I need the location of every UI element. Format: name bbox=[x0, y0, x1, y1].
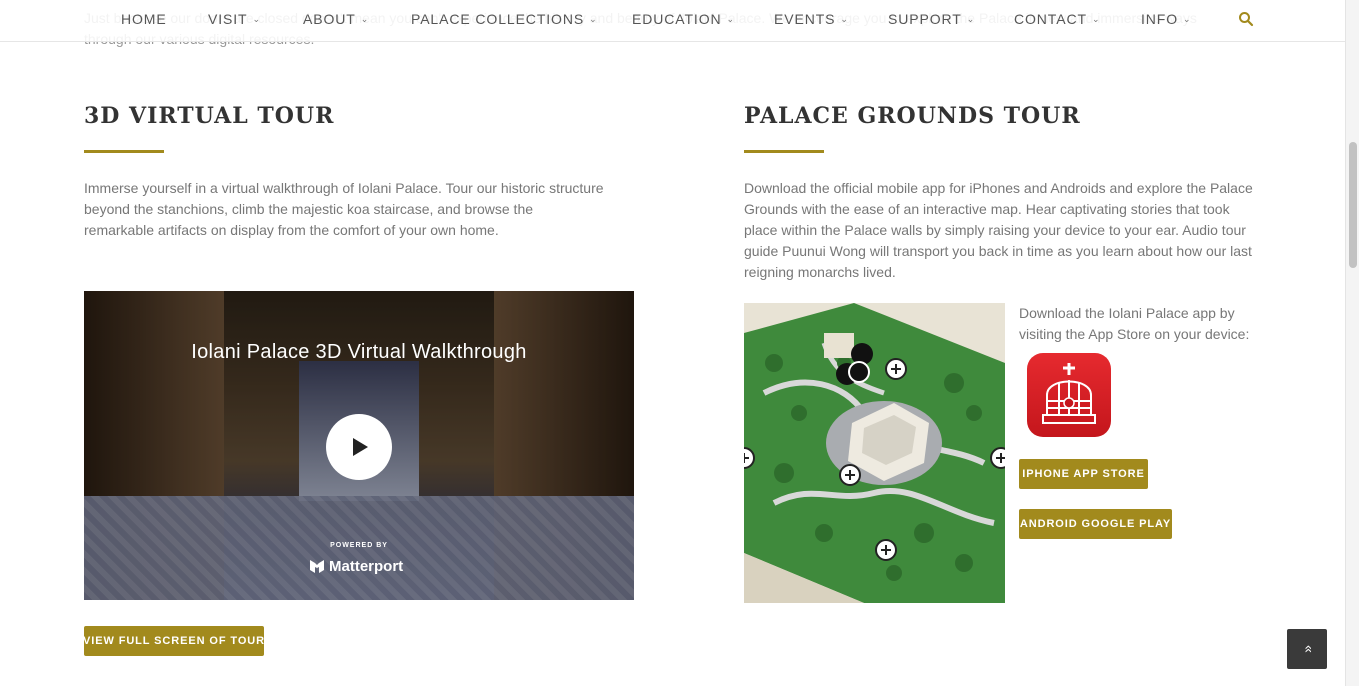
page-scrollbar[interactable] bbox=[1345, 0, 1359, 686]
nav-label: SUPPORT bbox=[888, 11, 962, 27]
map-add-marker[interactable] bbox=[875, 539, 897, 561]
back-to-top-button[interactable]: » bbox=[1287, 629, 1327, 669]
chevron-down-icon: ⌄ bbox=[252, 14, 261, 24]
nav-palace-collections[interactable]: PALACE COLLECTIONS ⌄ bbox=[411, 11, 598, 27]
chevron-down-icon: ⌄ bbox=[1183, 14, 1192, 24]
virtual-tour-video[interactable]: Iolani Palace 3D Virtual Walkthrough POW… bbox=[84, 291, 634, 600]
nav-label: INFO bbox=[1141, 11, 1179, 27]
play-icon bbox=[353, 438, 368, 456]
map-add-marker[interactable] bbox=[990, 447, 1005, 469]
nav-contact[interactable]: CONTACT ⌄ bbox=[1014, 11, 1100, 27]
nav-info[interactable]: INFO ⌄ bbox=[1141, 11, 1192, 27]
search-icon bbox=[1239, 12, 1254, 27]
matterport-logo: Matterport bbox=[309, 556, 403, 576]
scrollbar-thumb[interactable] bbox=[1349, 142, 1357, 268]
download-app-text: Download the Iolani Palace app by visiti… bbox=[1019, 305, 1250, 342]
nav-label: HOME bbox=[121, 11, 167, 27]
nav-visit[interactable]: VISIT ⌄ bbox=[208, 11, 261, 27]
map-add-marker[interactable] bbox=[839, 464, 861, 486]
grounds-tour-heading: PALACE GROUNDS TOUR bbox=[744, 103, 1081, 129]
nav-label: PALACE COLLECTIONS bbox=[411, 11, 585, 27]
chevron-down-icon: ⌄ bbox=[360, 14, 370, 24]
heading-divider bbox=[84, 150, 164, 153]
double-chevron-up-icon: » bbox=[1298, 645, 1315, 653]
iphone-app-store-button[interactable]: IPHONE APP STORE bbox=[1019, 459, 1148, 489]
search-button[interactable] bbox=[1238, 11, 1254, 27]
nav-label: EVENTS bbox=[774, 11, 836, 27]
matterport-icon bbox=[310, 560, 324, 573]
chevron-down-icon: ⌄ bbox=[1091, 14, 1101, 24]
nav-label: VISIT bbox=[208, 11, 248, 27]
virtual-tour-description: Immerse yourself in a virtual walkthroug… bbox=[84, 180, 604, 238]
android-google-play-button[interactable]: ANDROID GOOGLE PLAY bbox=[1019, 509, 1172, 539]
chevron-down-icon: ⌄ bbox=[840, 14, 849, 24]
nav-home[interactable]: HOME bbox=[121, 11, 167, 27]
video-title: Iolani Palace 3D Virtual Walkthrough bbox=[191, 341, 527, 363]
virtual-tour-heading: 3D VIRTUAL TOUR bbox=[84, 103, 335, 129]
matterport-brand: Matterport bbox=[329, 557, 404, 575]
nav-label: ABOUT bbox=[303, 11, 356, 27]
chevron-down-icon: ⌄ bbox=[726, 14, 735, 24]
main-navbar: HOME VISIT ⌄ ABOUT ⌄ PALACE COLLECTIONS ⌄ E… bbox=[0, 0, 1345, 42]
palace-grounds-map[interactable] bbox=[744, 303, 1005, 603]
nav-events[interactable]: EVENTS ⌄ bbox=[774, 11, 849, 27]
view-full-screen-button[interactable]: VIEW FULL SCREEN OF TOUR bbox=[83, 626, 264, 656]
chevron-down-icon: ⌄ bbox=[966, 14, 976, 24]
map-add-marker[interactable] bbox=[885, 358, 907, 380]
nav-support[interactable]: SUPPORT ⌄ bbox=[888, 11, 975, 27]
nav-about[interactable]: ABOUT ⌄ bbox=[303, 11, 369, 27]
building-icon[interactable] bbox=[848, 361, 870, 383]
nav-education[interactable]: EDUCATION ⌄ bbox=[632, 11, 735, 27]
grounds-map-illustration bbox=[744, 303, 1005, 603]
nav-label: CONTACT bbox=[1014, 11, 1087, 27]
nav-label: EDUCATION bbox=[632, 11, 722, 27]
powered-by-label: POWERED BY bbox=[330, 542, 388, 549]
chevron-down-icon: ⌄ bbox=[589, 14, 598, 24]
crown-icon bbox=[1042, 363, 1096, 424]
grounds-tour-description: Download the official mobile app for iPh… bbox=[744, 180, 1253, 280]
play-button[interactable] bbox=[326, 414, 392, 480]
heading-divider bbox=[744, 150, 824, 153]
iolani-palace-app-icon[interactable] bbox=[1027, 353, 1111, 437]
